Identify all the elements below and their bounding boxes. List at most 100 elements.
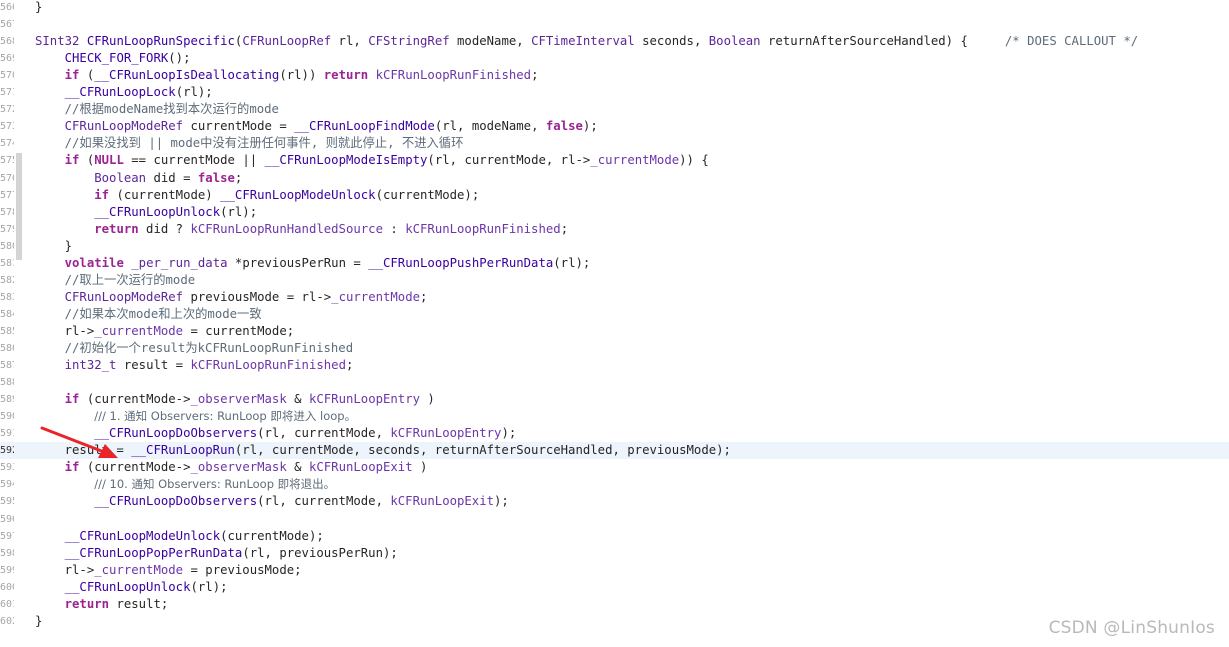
code-token: _currentMode — [331, 289, 421, 304]
line-number: 569 — [0, 53, 14, 65]
code-token: )) { — [679, 153, 709, 168]
code-line[interactable]: 586 //初始化一个result为kCFRunLoopRunFinished — [0, 340, 1229, 357]
code-token: (currentMode); — [220, 528, 324, 543]
code-line[interactable]: 589 if (currentMode->_observerMask & kCF… — [0, 391, 1229, 408]
code-token: ; — [345, 358, 354, 373]
code-token: Boolean — [94, 170, 147, 185]
code-line[interactable]: 583 CFRunLoopModeRef previousMode = rl->… — [0, 289, 1229, 306]
code-line[interactable]: 575 if (NULL == currentMode || __CFRunLo… — [0, 152, 1229, 169]
code-line[interactable]: 591 __CFRunLoopDoObservers(rl, currentMo… — [0, 425, 1229, 442]
line-number: 591 — [0, 428, 14, 440]
line-number: 596 — [0, 513, 14, 525]
line-number: 580 — [0, 240, 14, 252]
code-line[interactable]: 572 //根据modeName找到本次运行的mode — [0, 101, 1229, 118]
code-token: CFRunLoopRunSpecific — [86, 34, 235, 49]
code-text: Boolean did = false; — [35, 170, 242, 187]
code-text: __CFRunLoopModeUnlock(currentMode); — [35, 528, 324, 545]
code-text: } — [35, 613, 42, 630]
code-text: /// 10. 通知 Observers: RunLoop 即将退出。 — [35, 476, 335, 493]
code-token: __CFRunLoopLock — [64, 85, 176, 100]
code-line[interactable]: 596 — [0, 511, 1229, 528]
code-editor[interactable]: 566}567568SInt32 CFRunLoopRunSpecific(CF… — [0, 0, 1229, 647]
code-token: } — [35, 238, 73, 253]
code-line[interactable]: 577 if (currentMode) __CFRunLoopModeUnlo… — [0, 187, 1229, 204]
code-token: //初始化一个result为kCFRunLoopRunFinished — [64, 341, 354, 355]
code-text: //如果本次mode和上次的mode一致 — [35, 306, 262, 323]
code-line[interactable]: 588 — [0, 374, 1229, 391]
line-number: 593 — [0, 462, 14, 474]
line-number: 586 — [0, 343, 14, 354]
code-token: : — [382, 221, 406, 236]
code-line[interactable]: 595 __CFRunLoopDoObservers(rl, currentMo… — [0, 493, 1229, 510]
code-line[interactable]: 576 Boolean did = false; — [0, 170, 1229, 187]
code-line[interactable]: 581 volatile _per_run_data *previousPerR… — [0, 255, 1229, 272]
code-line[interactable]: 566} — [0, 0, 1229, 16]
code-text: if (NULL == currentMode || __CFRunLoopMo… — [35, 152, 709, 169]
code-token: /// 1. 通知 Observers: RunLoop 即将进入 loop。 — [94, 409, 357, 424]
code-token: CFTimeInterval — [531, 34, 635, 49]
code-line[interactable]: 567 — [0, 16, 1229, 33]
code-line[interactable]: 579 return did ? kCFRunLoopRunHandledSou… — [0, 221, 1229, 238]
line-number: 599 — [0, 564, 14, 576]
code-token: return — [94, 221, 139, 236]
code-token: _currentMode — [94, 562, 184, 577]
code-token: if — [94, 187, 110, 202]
line-number: 585 — [0, 325, 14, 337]
code-token: result = — [116, 358, 191, 373]
code-token: (); — [168, 51, 191, 66]
code-token: result; — [109, 596, 169, 611]
code-line[interactable]: 597 __CFRunLoopModeUnlock(currentMode); — [0, 528, 1229, 545]
code-text: } — [35, 238, 72, 255]
code-token: returnAfterSourceHandled) { — [760, 34, 1005, 49]
code-line[interactable]: 574 //如果没找到 || mode中没有注册任何事件, 则就此停止, 不进入… — [0, 135, 1229, 152]
code-line[interactable]: 601 return result; — [0, 596, 1229, 613]
code-token: ) — [412, 460, 428, 475]
code-token: *previousPerRun = — [227, 255, 369, 270]
code-line[interactable]: 578 __CFRunLoopUnlock(rl); — [0, 204, 1229, 221]
code-text: //根据modeName找到本次运行的mode — [35, 101, 279, 118]
code-token: did = — [146, 170, 198, 185]
code-line[interactable]: 600 __CFRunLoopUnlock(rl); — [0, 579, 1229, 596]
code-text: int32_t result = kCFRunLoopRunFinished; — [35, 357, 354, 374]
code-line[interactable]: 571 __CFRunLoopLock(rl); — [0, 84, 1229, 101]
code-token: (rl); — [190, 579, 228, 594]
code-line[interactable]: 602} — [0, 613, 1229, 630]
code-line[interactable]: 592 result = __CFRunLoopRun(rl, currentM… — [0, 442, 1229, 460]
line-number: 570 — [0, 70, 14, 82]
code-line[interactable]: 568 SInt32 CFRunLoopRunSpecific(CFRunLoop… — [0, 33, 1229, 50]
code-token: false — [545, 119, 583, 134]
code-token: = previousMode; — [183, 562, 302, 577]
code-line[interactable]: 573 CFRunLoopModeRef currentMode = __CFR… — [0, 118, 1229, 135]
code-line[interactable]: 599 rl->_currentMode = previousMode; — [0, 562, 1229, 579]
code-line[interactable]: 580 } — [0, 238, 1229, 255]
code-token: CFStringRef — [368, 34, 450, 49]
watermark: CSDN @LinShunIos — [1048, 618, 1215, 638]
code-line[interactable]: 570 if (__CFRunLoopIsDeallocating(rl)) r… — [0, 67, 1229, 84]
code-token: (currentMode-> — [79, 392, 191, 407]
code-text: if (currentMode->_observerMask & kCFRunL… — [35, 391, 435, 408]
code-line[interactable]: 598 __CFRunLoopPopPerRunData(rl, previou… — [0, 545, 1229, 562]
code-text: CFRunLoopModeRef currentMode = __CFRunLo… — [35, 118, 598, 135]
code-line[interactable]: 590 /// 1. 通知 Observers: RunLoop 即将进入 lo… — [0, 408, 1229, 425]
code-token: CFRunLoopModeRef — [64, 289, 184, 304]
code-line[interactable]: 593 if (currentMode->_observerMask & kCF… — [0, 459, 1229, 476]
code-text: return did ? kCFRunLoopRunHandledSource … — [35, 221, 568, 238]
code-line[interactable]: 584 //如果本次mode和上次的mode一致 — [0, 306, 1229, 323]
code-line[interactable]: 582 //取上一次运行的mode — [0, 272, 1229, 289]
code-line[interactable]: 594 /// 10. 通知 Observers: RunLoop 即将退出。 — [0, 476, 1229, 493]
code-token: _observerMask — [190, 460, 287, 475]
code-line[interactable]: 587 int32_t result = kCFRunLoopRunFinish… — [0, 357, 1229, 374]
code-line[interactable]: 585 rl->_currentMode = currentMode; — [0, 323, 1229, 340]
code-token: //如果本次mode和上次的mode一致 — [64, 306, 262, 321]
line-number: 587 — [0, 360, 14, 372]
code-token: if — [64, 68, 80, 83]
code-line[interactable]: 569 CHECK_FOR_FORK(); — [0, 50, 1229, 67]
